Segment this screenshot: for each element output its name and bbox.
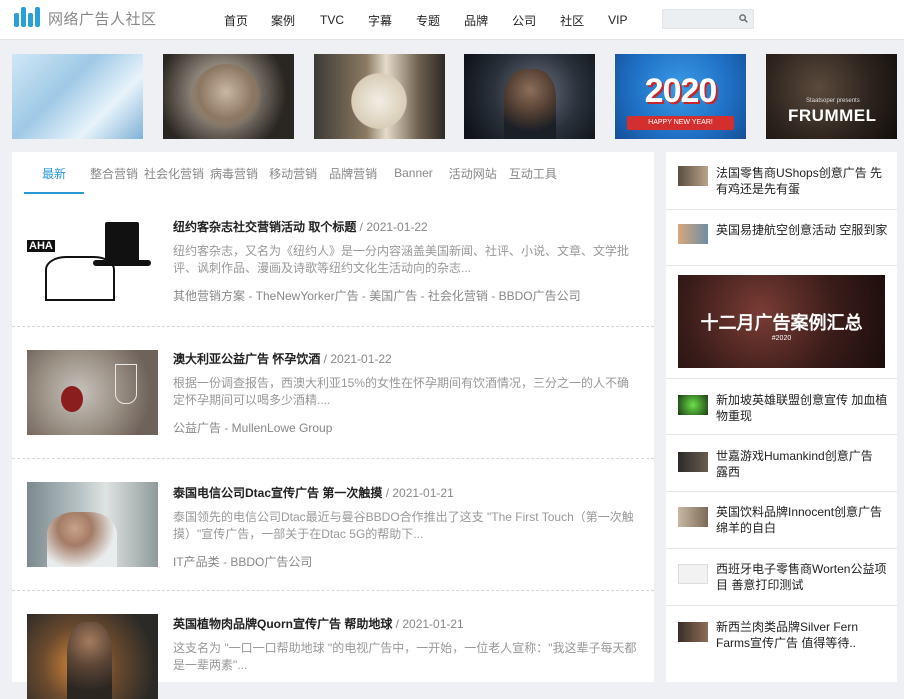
tab-banner[interactable]: Banner [394,166,433,180]
article-thumbnail[interactable] [27,350,158,435]
nav-item-community[interactable]: 社区 [560,12,584,29]
sidebar-item[interactable]: 英国饮料品牌Innocent创意广告 绵羊的自白 [666,492,897,549]
article-thumbnail[interactable]: AHA [27,216,158,301]
nav-item-home[interactable]: 首页 [224,12,248,29]
top-bar: 网络广告人社区 首页 案例 TVC 字幕 专题 品牌 公司 社区 VIP [0,0,904,40]
category-tabs: 最新 整合营销 社会化营销 病毒营销 移动营销 品牌营销 Banner 活动网站… [24,152,565,194]
article-thumbnail[interactable] [27,482,158,567]
article-item: 英国植物肉品牌Quorn宣传广告 帮助地球 / 2021-01-21 这支名为 … [12,592,654,699]
article-tags[interactable]: 公益广告 - MullenLowe Group [173,419,641,436]
article-feed: 最新 整合营销 社会化营销 病毒营销 移动营销 品牌营销 Banner 活动网站… [12,152,654,699]
tab-latest[interactable]: 最新 [42,165,66,182]
search-input[interactable] [663,10,735,28]
banner-old-man[interactable] [163,54,294,139]
sidebar: 法国零售商UShops创意广告 先有鸡还是先有蛋 英国易捷航空创意活动 空服到家… [666,152,897,682]
feature-card[interactable]: 十二月广告案例汇总 #2020 [678,275,885,368]
search-icon[interactable] [739,14,748,23]
tab-social[interactable]: 社会化营销 [144,165,204,182]
article-desc: 泰国领先的电信公司Dtac最近与曼谷BBDO合作推出了这支 "The First… [173,510,634,541]
site-logo[interactable]: 网络广告人社区 [12,7,157,29]
sidebar-item[interactable]: 新西兰肉类品牌Silver Fern Farms宣传广告 值得等待.. [666,606,897,666]
thumb-text: AHA [27,240,55,252]
tab-integrated[interactable]: 整合营销 [90,165,138,182]
banner-year: 2020 [644,72,718,110]
tab-mobile[interactable]: 移动营销 [269,165,317,182]
article-desc: 纽约客杂志，又名为《纽约人》是一分内容涵盖美国新闻、社评、小说、文章、文学批评、… [173,244,630,275]
main-nav: 首页 案例 TVC 字幕 专题 品牌 公司 社区 VIP [210,0,627,40]
article-tags[interactable]: 其他营销方案 - TheNewYorker广告 - 美国广告 - 社会化营销 -… [173,287,641,304]
sidebar-item[interactable]: 法国零售商UShops创意广告 先有鸡还是先有蛋 [666,152,897,210]
tab-campaign-site[interactable]: 活动网站 [449,165,497,182]
banner-ribbon: HAPPY NEW YEAR! [627,116,734,130]
banner-frozen-face[interactable] [12,54,143,139]
sidebar-item[interactable]: 西班牙电子零售商Worten公益项目 善意打印测试 [666,549,897,606]
article-desc: 这支名为 "一口一口帮助地球 "的电视广告中，一开始，一位老人宣称："我这辈子每… [173,641,637,672]
article-title[interactable]: 纽约客杂志社交营销活动 取个标题 / 2021-01-22 [173,218,641,235]
nav-item-cases[interactable]: 案例 [271,12,295,29]
article-item: 澳大利亚公益广告 怀孕饮酒 / 2021-01-22 根据一份调查报告，西澳大利… [12,328,654,459]
banner-brand: FRUMMEL [788,106,877,125]
article-item: AHA 纽约客杂志社交营销活动 取个标题 / 2021-01-22 纽约客杂志，… [12,196,654,327]
article-title[interactable]: 英国植物肉品牌Quorn宣传广告 帮助地球 / 2021-01-21 [173,615,641,632]
sidebar-item[interactable]: 世嘉游戏Humankind创意广告 露西 [666,435,897,492]
banner-ram[interactable] [314,54,445,139]
sidebar-item[interactable]: 新加坡英雄联盟创意宣传 加血植物重现 [666,378,897,435]
search-box [662,9,754,29]
nav-item-tvc[interactable]: TVC [320,13,344,27]
nav-item-brands[interactable]: 品牌 [464,12,488,29]
sidebar-item[interactable]: 英国易捷航空创意活动 空服到家 [666,210,897,266]
feature-year: #2020 [771,335,792,342]
article-date: / 2021-01-22 [320,352,392,366]
tab-brand[interactable]: 品牌营销 [329,165,377,182]
tab-viral[interactable]: 病毒营销 [210,165,258,182]
tab-active-indicator [24,192,84,194]
article-date: / 2021-01-21 [392,617,464,631]
logo-text: 网络广告人社区 [48,10,157,28]
feature-title: 十二月广告案例汇总 [700,313,863,333]
tab-interactive[interactable]: 互动工具 [509,165,557,182]
article-date: / 2021-01-22 [356,220,428,234]
article-desc: 根据一份调查报告，西澳大利亚15%的女性在怀孕期间有饮酒情况，三分之一的人不确定… [173,376,630,407]
banner-new-year[interactable]: 2020 HAPPY NEW YEAR! [615,54,746,139]
article-tags[interactable]: IT产品类 - BBDO广告公司 [173,553,641,570]
nav-item-companies[interactable]: 公司 [512,12,536,29]
nav-item-vip[interactable]: VIP [608,13,627,27]
banner-frummel[interactable]: Staatsoper presents FRUMMEL [766,54,897,139]
article-item: 泰国电信公司Dtac宣传广告 第一次触摸 / 2021-01-21 泰国领先的电… [12,460,654,591]
logo-mark-icon [12,7,44,29]
banner-man-portrait[interactable] [464,54,595,139]
article-title[interactable]: 泰国电信公司Dtac宣传广告 第一次触摸 / 2021-01-21 [173,484,641,501]
article-title[interactable]: 澳大利亚公益广告 怀孕饮酒 / 2021-01-22 [173,350,641,367]
banner-presents: Staatsoper presents [806,98,860,104]
nav-item-topics[interactable]: 专题 [416,12,440,29]
article-thumbnail[interactable] [27,614,158,699]
article-date: / 2021-01-21 [382,486,454,500]
nav-item-subtitles[interactable]: 字幕 [368,12,392,29]
